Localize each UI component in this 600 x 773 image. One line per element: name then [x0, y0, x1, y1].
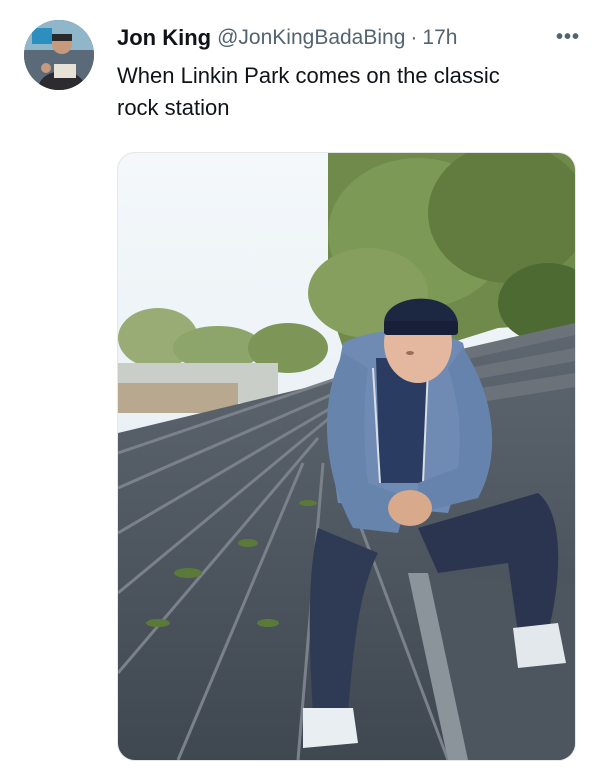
- tweet-photo[interactable]: [117, 152, 576, 761]
- author-name[interactable]: Jon King: [117, 25, 211, 51]
- tweet-header: Jon King @JonKingBadaBing · 17h •••: [117, 22, 580, 54]
- tweet-text: When Linkin Park comes on the classic ro…: [117, 63, 500, 120]
- separator-dot: ·: [410, 26, 418, 49]
- timestamp[interactable]: 17h: [422, 26, 457, 50]
- avatar-image: [24, 20, 94, 90]
- tweet[interactable]: Jon King @JonKingBadaBing · 17h ••• When…: [0, 0, 600, 773]
- avatar[interactable]: [24, 20, 94, 90]
- more-horizontal-icon[interactable]: •••: [556, 26, 580, 49]
- author-handle[interactable]: @JonKingBadaBing: [217, 26, 405, 50]
- photo-man-on-bleachers: [118, 153, 575, 760]
